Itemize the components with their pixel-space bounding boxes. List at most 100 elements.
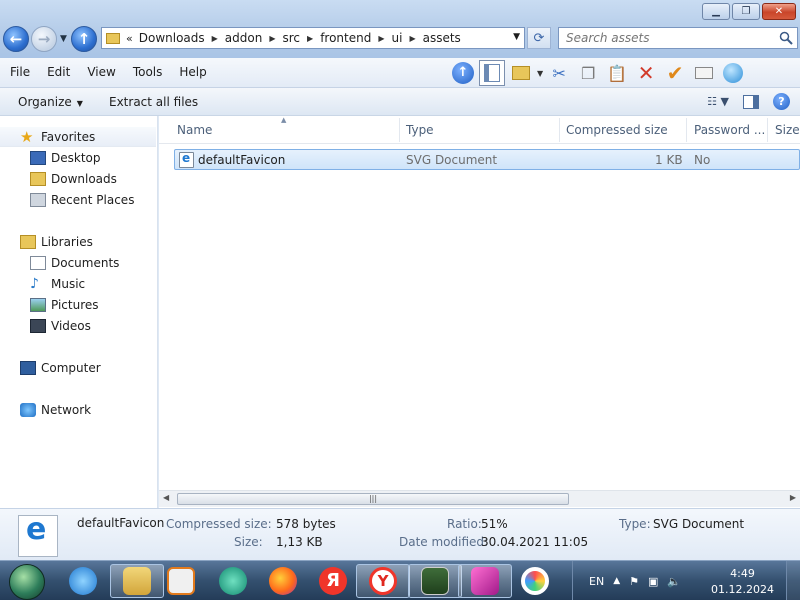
recent-places-icon bbox=[30, 193, 46, 207]
menu-tools[interactable]: Tools bbox=[127, 65, 169, 79]
nav-videos[interactable]: Videos bbox=[30, 316, 91, 336]
view-options-icon[interactable]: ☷ ▼ bbox=[707, 95, 729, 108]
column-divider[interactable] bbox=[559, 118, 560, 142]
details-size-label: Size: bbox=[234, 535, 263, 549]
cut-icon[interactable]: ✂ bbox=[546, 60, 572, 86]
up-folder-icon[interactable]: ↑ bbox=[450, 60, 476, 86]
taskbar-yandex[interactable]: Я bbox=[306, 564, 360, 598]
breadcrumb-item[interactable]: ui bbox=[392, 31, 403, 45]
breadcrumb-arrow-icon[interactable]: ▶ bbox=[307, 34, 313, 43]
show-hidden-icons-icon[interactable]: ▲ bbox=[613, 576, 620, 586]
copy-icon[interactable]: ❐ bbox=[575, 60, 601, 86]
menu-help[interactable]: Help bbox=[173, 65, 212, 79]
view-pane-icon[interactable] bbox=[479, 60, 505, 86]
forward-button[interactable]: → bbox=[31, 26, 57, 52]
nav-documents[interactable]: Documents bbox=[30, 253, 119, 273]
breadcrumb-arrow-icon[interactable]: ▶ bbox=[269, 34, 275, 43]
network-tray-icon[interactable]: ▣ bbox=[648, 575, 658, 588]
taskbar-firefox[interactable] bbox=[256, 564, 310, 598]
nav-libraries[interactable]: Libraries bbox=[20, 232, 93, 252]
help-icon[interactable]: ? bbox=[773, 93, 790, 110]
breadcrumb-item[interactable]: addon bbox=[225, 31, 263, 45]
search-box[interactable] bbox=[558, 27, 798, 49]
search-input[interactable] bbox=[566, 31, 776, 45]
breadcrumb-item[interactable]: frontend bbox=[320, 31, 371, 45]
language-indicator[interactable]: EN bbox=[589, 575, 604, 588]
nav-pictures[interactable]: Pictures bbox=[30, 295, 99, 315]
minimize-button[interactable]: ▁ bbox=[702, 3, 730, 20]
back-button[interactable]: ← bbox=[3, 26, 29, 52]
column-header-name[interactable]: Name bbox=[177, 123, 212, 137]
menu-view[interactable]: View bbox=[81, 65, 121, 79]
delete-icon[interactable]: ✕ bbox=[633, 60, 659, 86]
file-compressed-size: 1 KB bbox=[655, 153, 683, 167]
organize-button[interactable]: Organize ▼ bbox=[18, 95, 83, 109]
column-divider[interactable] bbox=[767, 118, 768, 142]
taskbar-yandex-browser[interactable]: Y bbox=[356, 564, 410, 598]
menu-file[interactable]: File bbox=[4, 65, 36, 79]
folder-check-icon[interactable] bbox=[508, 60, 534, 86]
column-header-password[interactable]: Password ... bbox=[694, 123, 765, 137]
column-header-compressed-size[interactable]: Compressed size bbox=[566, 123, 668, 137]
address-bar[interactable]: « Downloads ▶ addon ▶ src ▶ frontend ▶ ui ▶ a… bbox=[101, 27, 525, 49]
nav-label: Music bbox=[51, 277, 86, 291]
column-divider[interactable] bbox=[686, 118, 687, 142]
taskbar-green-app[interactable] bbox=[206, 564, 260, 598]
nav-recent-places[interactable]: Recent Places bbox=[30, 190, 134, 210]
breadcrumb-item[interactable]: assets bbox=[423, 31, 461, 45]
paste-icon[interactable]: 📋 bbox=[604, 60, 630, 86]
column-divider[interactable] bbox=[399, 118, 400, 142]
volume-muted-icon[interactable]: 🔈 bbox=[667, 575, 681, 588]
taskbar-pink-app[interactable] bbox=[458, 564, 512, 598]
scroll-left-icon[interactable]: ◀ bbox=[163, 493, 169, 502]
start-button[interactable] bbox=[9, 564, 45, 600]
breadcrumb-item[interactable]: Downloads bbox=[139, 31, 205, 45]
nav-label: Pictures bbox=[51, 298, 99, 312]
recent-pages-dropdown[interactable]: ▼ bbox=[60, 34, 67, 44]
command-bar: Organize ▼ Extract all files ☷ ▼ ? bbox=[0, 88, 800, 116]
properties-icon[interactable] bbox=[691, 60, 717, 86]
taskbar-internet-explorer[interactable] bbox=[56, 564, 110, 598]
taskbar-monitor-app[interactable] bbox=[408, 564, 462, 598]
address-dropdown-icon[interactable]: ▼ bbox=[513, 32, 520, 42]
nav-music[interactable]: ♪ Music bbox=[30, 274, 85, 294]
refresh-button[interactable]: ⟳ bbox=[527, 27, 551, 49]
nav-favorites[interactable]: ★ Favorites bbox=[0, 127, 156, 147]
taskbar-circle-app[interactable] bbox=[508, 564, 562, 598]
folder-check-dropdown-icon[interactable]: ▼ bbox=[537, 69, 543, 78]
breadcrumb-arrow-icon[interactable]: ▶ bbox=[409, 34, 415, 43]
nav-downloads[interactable]: Downloads bbox=[30, 169, 117, 189]
search-icon[interactable] bbox=[779, 31, 793, 45]
show-desktop-button[interactable] bbox=[786, 561, 800, 600]
up-button[interactable]: ↑ bbox=[71, 26, 97, 52]
web-icon[interactable] bbox=[720, 60, 746, 86]
breadcrumb-arrow-icon[interactable]: ▶ bbox=[378, 34, 384, 43]
nav-computer[interactable]: Computer bbox=[20, 358, 101, 378]
restore-button[interactable]: ❐ bbox=[732, 3, 760, 20]
nav-network[interactable]: Network bbox=[20, 400, 91, 420]
scrollbar-thumb[interactable]: ||| bbox=[177, 493, 569, 505]
details-modified-value: 30.04.2021 11:05 bbox=[481, 535, 589, 549]
libraries-icon bbox=[20, 235, 36, 249]
scroll-right-icon[interactable]: ▶ bbox=[790, 493, 796, 502]
overflow-chevron-icon[interactable]: « bbox=[126, 32, 133, 45]
menu-edit[interactable]: Edit bbox=[41, 65, 76, 79]
preview-pane-icon[interactable] bbox=[743, 94, 759, 109]
nav-label: Computer bbox=[41, 361, 101, 375]
extract-all-button[interactable]: Extract all files bbox=[109, 95, 198, 109]
taskbar-media-player[interactable] bbox=[154, 564, 208, 598]
column-header-size[interactable]: Size bbox=[775, 123, 800, 137]
check-icon[interactable]: ✔ bbox=[662, 60, 688, 86]
column-header-type[interactable]: Type bbox=[406, 123, 434, 137]
file-type: SVG Document bbox=[406, 153, 498, 167]
close-button[interactable]: ✕ bbox=[762, 3, 796, 20]
breadcrumb-item[interactable]: src bbox=[283, 31, 301, 45]
nav-desktop[interactable]: Desktop bbox=[30, 148, 101, 168]
documents-icon bbox=[30, 256, 46, 270]
flag-icon[interactable]: ⚑ bbox=[629, 575, 639, 588]
breadcrumb-arrow-icon[interactable]: ▶ bbox=[212, 34, 218, 43]
clock[interactable]: 4:49 01.12.2024 bbox=[711, 566, 774, 598]
table-row[interactable]: defaultFavicon SVG Document 1 KB No bbox=[174, 149, 800, 170]
downloads-folder-icon bbox=[30, 172, 46, 186]
horizontal-scrollbar[interactable]: ◀ ||| ▶ bbox=[159, 490, 800, 507]
